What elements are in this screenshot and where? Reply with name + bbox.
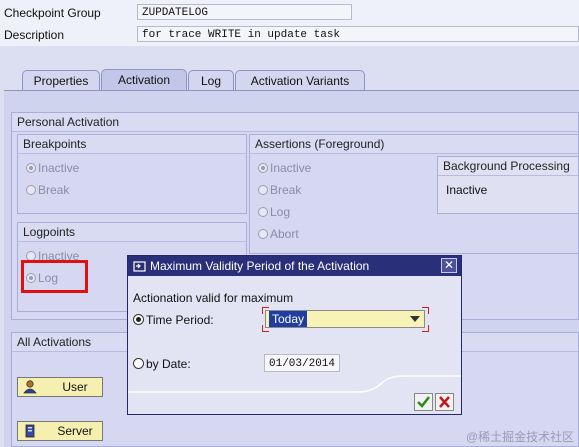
- background-processing-value: Inactive: [446, 183, 488, 197]
- breakpoints-title: Breakpoints: [18, 135, 246, 154]
- user-button-label: User: [62, 380, 88, 394]
- breakpoints-inactive-radio[interactable]: Inactive: [26, 160, 79, 176]
- time-period-select[interactable]: Today: [265, 310, 425, 328]
- focus-corner-icon: [262, 325, 269, 332]
- radio-label: Log: [270, 205, 291, 219]
- server-button[interactable]: Server: [17, 421, 103, 441]
- watermark: @稀土掘金技术社区: [466, 430, 575, 444]
- assertions-title: Assertions (Foreground): [250, 135, 578, 154]
- logpoints-title: Logpoints: [18, 223, 246, 242]
- dialog-title: Maximum Validity Period of the Activatio…: [150, 259, 370, 273]
- description-field[interactable]: for trace WRITE in update task: [137, 26, 579, 42]
- dialog-window-icon: [133, 259, 146, 272]
- background-processing-group: Background Processing Inactive: [437, 156, 579, 214]
- radio-icon: [258, 229, 268, 239]
- cancel-button[interactable]: [435, 393, 454, 411]
- assertions-break-radio[interactable]: Break: [258, 182, 301, 198]
- focus-corner-icon: [422, 325, 429, 332]
- radio-label: Break: [38, 183, 70, 197]
- focus-corner-icon: [422, 307, 429, 314]
- radio-label: Break: [270, 183, 302, 197]
- confirm-button[interactable]: [414, 393, 433, 411]
- time-period-radio[interactable]: Time Period:: [133, 312, 214, 328]
- tab-log[interactable]: Log: [188, 70, 234, 90]
- radio-label: Inactive: [38, 161, 80, 175]
- radio-icon: [258, 207, 268, 217]
- checkpoint-group-label: Checkpoint Group: [4, 6, 101, 20]
- cancel-x-icon: [439, 396, 450, 408]
- close-icon[interactable]: ✕: [441, 258, 457, 273]
- highlight-box: [21, 260, 88, 293]
- radio-icon: [26, 185, 36, 195]
- user-button[interactable]: User: [17, 377, 103, 397]
- radio-selected-icon: [258, 163, 268, 173]
- tab-properties[interactable]: Properties: [22, 70, 100, 90]
- radio-label: Abort: [270, 227, 299, 241]
- validity-dialog: Maximum Validity Period of the Activatio…: [127, 255, 462, 415]
- chevron-down-icon[interactable]: [410, 316, 420, 322]
- server-button-label: Server: [57, 424, 93, 438]
- radio-selected-icon: [26, 163, 36, 173]
- description-label: Description: [4, 28, 65, 42]
- radio-icon: [133, 358, 144, 369]
- background-processing-title: Background Processing: [438, 157, 578, 176]
- by-date-radio[interactable]: by Date:: [133, 356, 191, 372]
- by-date-label: by Date:: [146, 357, 191, 371]
- breakpoints-group: Breakpoints Inactive Break: [17, 134, 247, 214]
- checkpoint-group-field[interactable]: ZUPDATELOG: [137, 4, 352, 20]
- radio-label: Inactive: [270, 161, 312, 175]
- date-field[interactable]: 01/03/2014: [264, 354, 340, 372]
- time-period-value: Today: [269, 311, 308, 327]
- breakpoints-break-radio[interactable]: Break: [26, 182, 69, 198]
- time-period-label: Time Period:: [146, 313, 214, 327]
- radio-icon: [258, 185, 268, 195]
- tab-activation-variants[interactable]: Activation Variants: [235, 70, 365, 90]
- tab-activation[interactable]: Activation: [101, 69, 187, 91]
- dialog-title-bar: Maximum Validity Period of the Activatio…: [128, 256, 461, 276]
- checkmark-icon: [417, 396, 430, 408]
- dialog-prompt: Actionation valid for maximum: [133, 291, 294, 305]
- focus-corner-icon: [262, 307, 269, 314]
- dialog-footer-curve: [128, 375, 461, 393]
- assertions-log-radio[interactable]: Log: [258, 204, 290, 220]
- assertions-abort-radio[interactable]: Abort: [258, 226, 299, 242]
- radio-selected-icon: [133, 314, 144, 325]
- assertions-inactive-radio[interactable]: Inactive: [258, 160, 311, 176]
- personal-activation-title: Personal Activation: [12, 113, 578, 132]
